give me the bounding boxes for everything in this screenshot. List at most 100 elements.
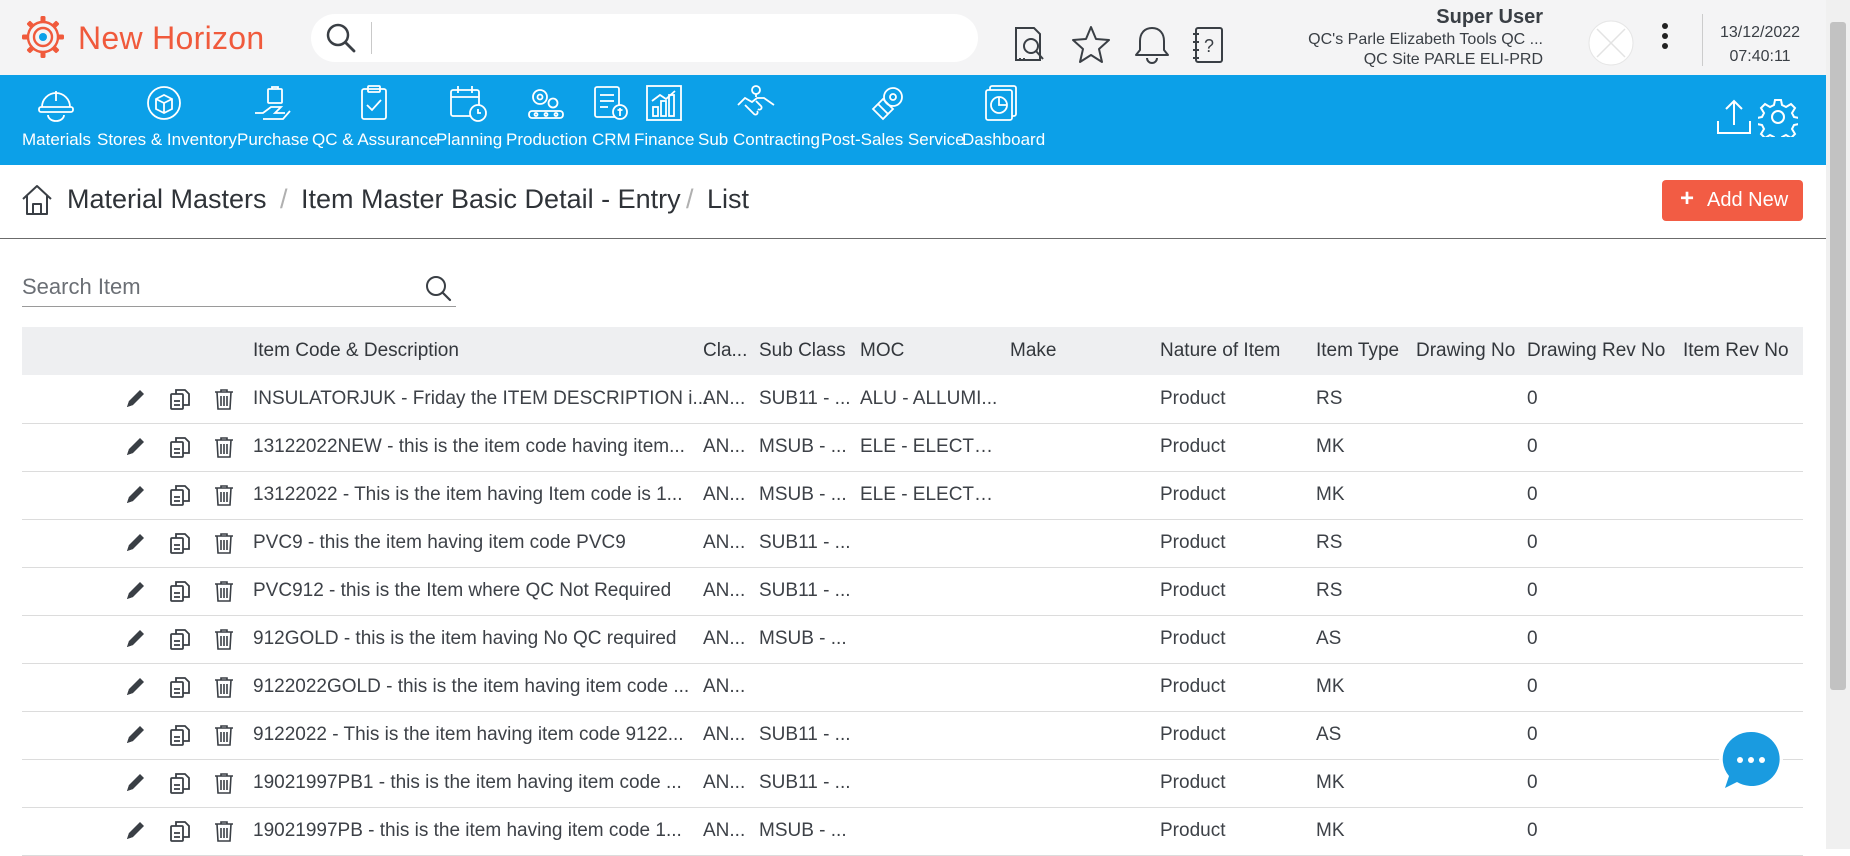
delete-trash-icon[interactable] — [212, 771, 236, 795]
copy-icon[interactable] — [168, 387, 192, 411]
cell-drawing-rev-no: 0 — [1527, 436, 1538, 457]
module-production[interactable]: Production — [506, 75, 588, 165]
user-site: QC Site PARLE ELI-PRD — [1363, 51, 1543, 68]
user-name[interactable]: Super User — [1436, 6, 1543, 29]
col-item-rev-no[interactable]: Item Rev No — [1683, 340, 1789, 362]
module-label: Materials — [22, 130, 91, 149]
edit-pencil-icon[interactable] — [123, 723, 147, 747]
col-sub-class[interactable]: Sub Class — [759, 340, 846, 362]
module-crm[interactable]: CRM — [592, 75, 631, 165]
gear-logo-icon[interactable] — [20, 14, 66, 60]
star-icon[interactable] — [1070, 24, 1112, 66]
edit-pencil-icon[interactable] — [123, 819, 147, 843]
copy-icon[interactable] — [168, 579, 192, 603]
table-row[interactable]: INSULATORJUK - Friday the ITEM DESCRIPTI… — [22, 375, 1803, 424]
table-row[interactable]: 912GOLD - this is the item having No QC … — [22, 615, 1803, 664]
more-options-icon[interactable] — [1658, 20, 1672, 54]
handshake-icon — [737, 85, 775, 116]
edit-pencil-icon[interactable] — [123, 435, 147, 459]
cell-item-type: MK — [1316, 436, 1345, 457]
table-row[interactable]: 13122022NEW - this is the item code havi… — [22, 423, 1803, 472]
cell-drawing-rev-no: 0 — [1527, 820, 1538, 841]
delete-trash-icon[interactable] — [212, 627, 236, 651]
edit-pencil-icon[interactable] — [123, 387, 147, 411]
module-purchase[interactable]: Purchase — [237, 75, 309, 165]
calendar-clock-icon — [450, 86, 487, 122]
table-row[interactable]: 13122022 - This is the item having Item … — [22, 471, 1803, 520]
breadcrumb-material-masters[interactable]: Material Masters — [67, 184, 267, 215]
home-icon[interactable] — [20, 183, 54, 217]
table-row[interactable]: 19021997PB1 - this is the item having it… — [22, 759, 1803, 808]
copy-icon[interactable] — [168, 627, 192, 651]
scrollbar-thumb[interactable] — [1830, 22, 1846, 690]
edit-pencil-icon[interactable] — [123, 579, 147, 603]
plus-icon: + — [1680, 185, 1695, 212]
module-bar: Materials Stores & Inventory Purchase QC… — [0, 75, 1826, 165]
cell-item-code-description: 9122022GOLD - this is the item having it… — [253, 676, 690, 697]
col-nature-of-item[interactable]: Nature of Item — [1160, 340, 1280, 362]
settings-gear-icon[interactable] — [1758, 97, 1798, 137]
delete-trash-icon[interactable] — [212, 387, 236, 411]
upload-icon[interactable] — [1714, 97, 1754, 137]
avatar[interactable] — [1588, 20, 1634, 66]
module-stores-inventory[interactable]: Stores & Inventory — [97, 75, 237, 165]
delete-trash-icon[interactable] — [212, 819, 236, 843]
copy-icon[interactable] — [168, 819, 192, 843]
col-item-code-description[interactable]: Item Code & Description — [253, 340, 459, 362]
cell-drawing-rev-no: 0 — [1527, 532, 1538, 553]
cell-class: AN... — [703, 388, 746, 409]
delete-trash-icon[interactable] — [212, 675, 236, 699]
delete-trash-icon[interactable] — [212, 435, 236, 459]
copy-icon[interactable] — [168, 531, 192, 555]
search-item-input[interactable] — [22, 268, 456, 307]
cell-class: AN... — [703, 676, 746, 697]
module-sub-contracting[interactable]: Sub Contracting — [698, 75, 820, 165]
module-label: Purchase — [237, 130, 309, 149]
module-finance[interactable]: Finance — [634, 75, 694, 165]
copy-icon[interactable] — [168, 675, 192, 699]
col-moc[interactable]: MOC — [860, 340, 904, 362]
delete-trash-icon[interactable] — [212, 579, 236, 603]
col-drawing-rev-no[interactable]: Drawing Rev No — [1527, 340, 1665, 362]
bell-icon[interactable] — [1131, 24, 1173, 66]
col-drawing-no[interactable]: Drawing No — [1416, 340, 1515, 362]
edit-pencil-icon[interactable] — [123, 627, 147, 651]
table-row[interactable]: PVC912 - this is the Item where QC Not R… — [22, 567, 1803, 616]
cell-item-code-description: 19021997PB - this is the item having ite… — [253, 820, 682, 841]
edit-pencil-icon[interactable] — [123, 483, 147, 507]
add-new-label: Add New — [1707, 189, 1789, 211]
module-label: Sub Contracting — [698, 130, 820, 149]
module-materials[interactable]: Materials — [22, 75, 92, 165]
report-search-icon[interactable] — [1010, 24, 1052, 66]
copy-icon[interactable] — [168, 435, 192, 459]
search-icon[interactable] — [424, 274, 452, 302]
table-row[interactable]: 9122022 - This is the item having item c… — [22, 711, 1803, 760]
cell-drawing-rev-no: 0 — [1527, 676, 1538, 697]
module-planning[interactable]: Planning — [436, 75, 502, 165]
bar-chart-icon — [646, 85, 682, 121]
delete-trash-icon[interactable] — [212, 723, 236, 747]
table-row[interactable]: 9122022GOLD - this is the item having it… — [22, 663, 1803, 712]
copy-icon[interactable] — [168, 771, 192, 795]
module-dashboard[interactable]: Dashboard — [962, 75, 1045, 165]
col-make[interactable]: Make — [1010, 340, 1056, 362]
delete-trash-icon[interactable] — [212, 531, 236, 555]
edit-pencil-icon[interactable] — [123, 531, 147, 555]
edit-pencil-icon[interactable] — [123, 771, 147, 795]
global-search[interactable] — [311, 14, 978, 62]
module-label: Post-Sales Service — [821, 130, 965, 149]
table-row[interactable]: PVC9 - this the item having item code PV… — [22, 519, 1803, 568]
module-post-sales-service[interactable]: Post-Sales Service — [821, 75, 965, 165]
help-book-icon[interactable]: ? — [1190, 24, 1232, 66]
copy-icon[interactable] — [168, 483, 192, 507]
search-icon[interactable] — [325, 22, 357, 54]
add-new-button[interactable]: + Add New — [1662, 180, 1803, 221]
module-qc-assurance[interactable]: QC & Assurance — [312, 75, 438, 165]
breadcrumb-item-master[interactable]: Item Master Basic Detail - Entry — [301, 184, 681, 215]
col-item-type[interactable]: Item Type — [1316, 340, 1399, 362]
chat-bubble-icon[interactable] — [1716, 726, 1786, 796]
edit-pencil-icon[interactable] — [123, 675, 147, 699]
delete-trash-icon[interactable] — [212, 483, 236, 507]
col-class[interactable]: Cla... — [703, 340, 747, 362]
copy-icon[interactable] — [168, 723, 192, 747]
